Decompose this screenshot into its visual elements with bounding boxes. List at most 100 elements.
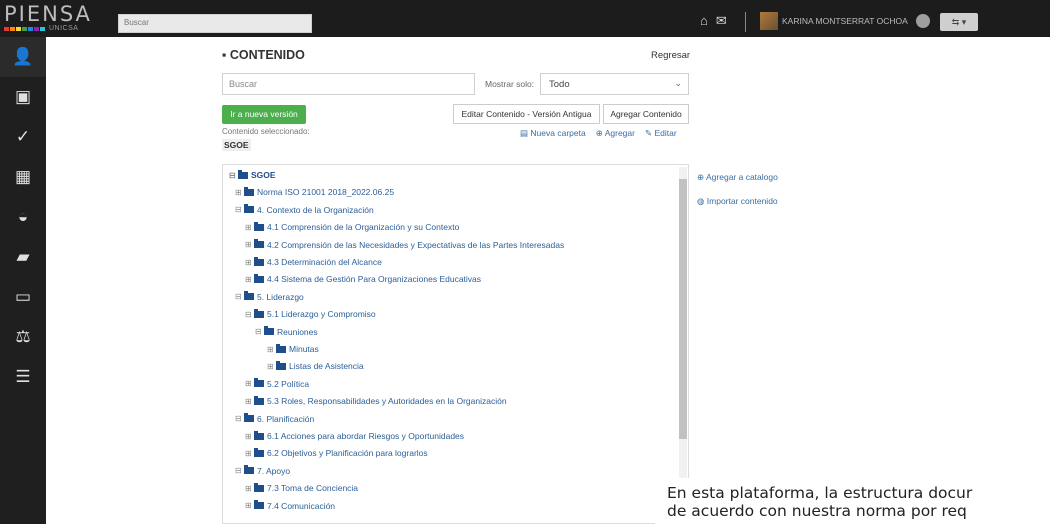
avatar[interactable] — [760, 12, 778, 30]
plus-circle-icon: ⊕ — [595, 128, 605, 138]
sidebar-item-profile[interactable]: 👤 — [0, 37, 46, 77]
edit-old-version-button[interactable]: Editar Contenido - Versión Antigua — [453, 104, 600, 124]
collapse-icon[interactable]: ⊟ — [245, 310, 254, 319]
mail-icon[interactable]: ✉ — [716, 13, 727, 29]
expand-icon[interactable]: ⊞ — [245, 397, 254, 406]
expand-icon[interactable]: ⊞ — [245, 223, 254, 232]
expand-icon[interactable]: ⊞ — [245, 432, 254, 441]
tree-actions: ▤ Nueva carpeta ⊕ Agregar ✎ Editar — [520, 128, 677, 139]
new-folder-button[interactable]: ▤ Nueva carpeta — [520, 128, 586, 139]
tree-node-label: 5.2 Política — [267, 378, 310, 389]
sidebar-item-calendar[interactable]: ▦ — [0, 157, 46, 197]
settings-icon[interactable] — [916, 14, 930, 28]
tree-node-label: 6. Planificación — [257, 413, 315, 424]
collapse-icon[interactable]: ⊟ — [235, 292, 244, 301]
content-search-input[interactable]: Buscar — [222, 73, 475, 95]
collapse-icon[interactable]: ⊟ — [235, 205, 244, 214]
tree-node[interactable]: ⊞ 6.2 Objetivos y Planificación para logr… — [245, 446, 428, 460]
user-name[interactable]: KARINA MONTSERRAT OCHOA — [782, 16, 908, 26]
brand-logo[interactable]: PIENSA UNICSA — [4, 4, 94, 32]
tree-node-label: 5. Liderazgo — [257, 291, 304, 302]
tree-node[interactable]: ⊞ 4.3 Determinación del Alcance — [245, 255, 382, 269]
language-button[interactable]: ⇆ ▾ — [940, 13, 978, 31]
folder-icon — [244, 291, 254, 301]
sidebar-item-inbox[interactable]: ◒ — [0, 197, 46, 237]
tree-node[interactable]: ⊞ 7.3 Toma de Conciencia — [245, 481, 358, 495]
expand-icon[interactable]: ⊞ — [245, 379, 254, 388]
sidebar-item-tasks[interactable]: ✓ — [0, 117, 46, 157]
back-link[interactable]: Regresar — [651, 50, 690, 61]
expand-icon[interactable]: ⊞ — [245, 275, 254, 284]
tree-node[interactable]: ⊞ Norma ISO 21001 2018_2022.06.25 — [235, 185, 394, 199]
tree-node[interactable]: ⊞ Listas de Asistencia — [267, 359, 364, 373]
import-content-link[interactable]: ◍ Importar contenido — [697, 196, 778, 207]
tree-node[interactable]: ⊟ 4. Contexto de la Organización — [235, 203, 374, 217]
brand-subtitle: UNICSA — [49, 25, 79, 32]
global-search-input[interactable]: Buscar — [118, 14, 312, 33]
expand-icon[interactable]: ⊞ — [245, 258, 254, 267]
folder-icon — [254, 239, 264, 249]
sidebar-item-legal[interactable]: ⚖ — [0, 317, 46, 357]
tree-node[interactable]: ⊟ 5.1 Liderazgo y Compromiso — [245, 307, 376, 321]
tree-node[interactable]: ⊟ 7. Apoyo — [235, 464, 290, 478]
tree-node[interactable]: ⊟ SGOE — [229, 168, 276, 182]
filter-select[interactable]: Todo ⌄ — [540, 73, 689, 95]
tree-node[interactable]: ⊞ 4.1 Comprensión de la Organización y su… — [245, 220, 459, 234]
tree-node-label: 7.3 Toma de Conciencia — [267, 483, 359, 494]
add-to-catalog-link[interactable]: ⊕ Agregar a catalogo — [697, 172, 778, 183]
caption-overlay: En esta plataforma, la estructura docur … — [655, 478, 1050, 524]
tree-node-label: Norma ISO 21001 2018_2022.06.25 — [257, 187, 395, 198]
top-bar: PIENSA UNICSA Buscar ⌂ ✉ KARINA MONTSERR… — [0, 0, 1050, 37]
expand-icon[interactable]: ⊞ — [267, 345, 276, 354]
tree-node-label: 6.2 Objetivos y Planificación para logra… — [267, 448, 428, 459]
home-icon[interactable]: ⌂ — [700, 13, 708, 29]
person-icon: 👤 — [12, 47, 34, 66]
tree-node[interactable]: ⊞ 4.2 Comprensión de las Necesidades y Ex… — [245, 238, 564, 252]
tree-node-label: 5.3 Roles, Responsabilidades y Autoridad… — [267, 396, 507, 407]
tree-node-label: 6.1 Acciones para abordar Riesgos y Opor… — [267, 431, 465, 441]
expand-icon[interactable]: ⊞ — [245, 449, 254, 458]
tree-node[interactable]: ⊞ 4.4 Sistema de Gestión Para Organizacio… — [245, 272, 481, 286]
collapse-icon[interactable]: ⊟ — [235, 466, 244, 475]
add-content-button[interactable]: Agregar Contenido — [603, 104, 689, 124]
collapse-icon[interactable]: ⊟ — [229, 171, 238, 180]
chevron-down-icon: ⌄ — [674, 78, 682, 88]
book-icon: ▰ — [16, 247, 30, 266]
expand-icon[interactable]: ⊞ — [245, 484, 254, 493]
expand-icon[interactable]: ⊞ — [267, 362, 276, 371]
tree-node[interactable]: ⊞ Minutas — [267, 342, 319, 356]
caption-line-2: de acuerdo con nuestra norma por req — [667, 502, 967, 520]
tree-node[interactable]: ⊞ 7.4 Comunicación — [245, 499, 335, 513]
expand-icon[interactable]: ⊞ — [245, 501, 254, 510]
tree-node-label: 4. Contexto de la Organización — [257, 204, 374, 215]
sidebar-item-library[interactable]: ▰ — [0, 237, 46, 277]
edit-button[interactable]: ✎ Editar — [645, 128, 677, 139]
tree-node[interactable]: ⊞ 6.1 Acciones para abordar Riesgos y Opo… — [245, 429, 464, 443]
expand-icon[interactable]: ⊞ — [245, 240, 254, 249]
folder-icon — [244, 413, 254, 423]
tree-node[interactable]: ⊞ 5.2 Política — [245, 377, 309, 391]
tree-node[interactable]: ⊞ 5.3 Roles, Responsabilidades y Autorida… — [245, 394, 507, 408]
add-button[interactable]: ⊕ Agregar — [596, 128, 635, 139]
calendar-icon: ▦ — [14, 167, 32, 186]
tree-node[interactable]: ⊟ 6. Planificación — [235, 412, 314, 426]
sidebar-item-computer[interactable]: ▭ — [0, 277, 46, 317]
folder-icon — [254, 308, 264, 318]
scrollbar-thumb[interactable] — [679, 179, 687, 439]
sidebar-item-notes[interactable]: ▣ — [0, 77, 46, 117]
tree-node[interactable]: ⊟ 5. Liderazgo — [235, 290, 304, 304]
tree-node-label: 7.4 Comunicación — [267, 500, 336, 511]
collapse-icon[interactable]: ⊟ — [235, 414, 244, 423]
sidebar-item-list[interactable]: ☰ — [0, 357, 46, 397]
folder-icon — [276, 343, 286, 353]
tree-node-label: 7. Apoyo — [257, 465, 291, 476]
brand-subtitle-row: UNICSA — [4, 25, 94, 32]
tree-scrollbar[interactable] — [679, 167, 687, 523]
expand-icon[interactable]: ⊞ — [235, 188, 244, 197]
new-version-button[interactable]: Ir a nueva versión — [222, 105, 306, 124]
tree-node[interactable]: ⊟ Reuniones — [255, 325, 318, 339]
check-icon: ✓ — [15, 127, 31, 146]
collapse-icon[interactable]: ⊟ — [255, 327, 264, 336]
filter-label: Mostrar solo: — [485, 79, 535, 89]
folder-icon — [244, 186, 254, 196]
